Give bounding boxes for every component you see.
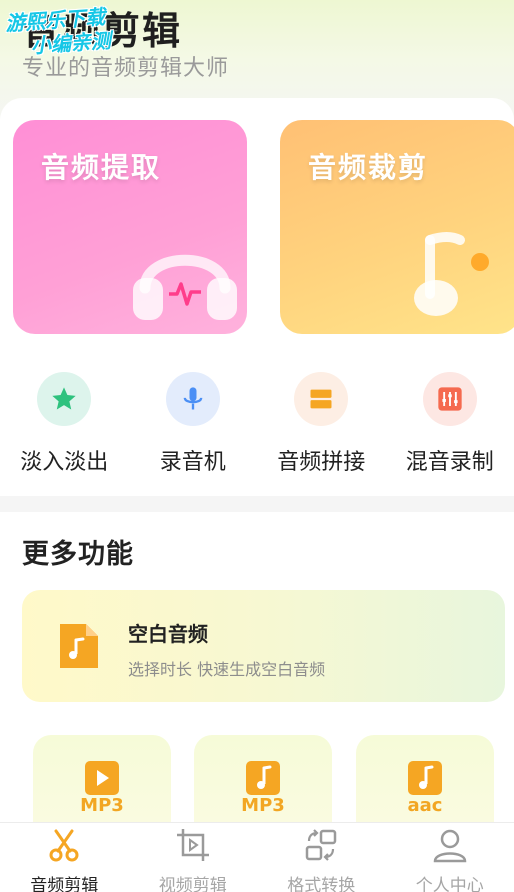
- music-file-icon: [408, 761, 442, 795]
- tab-profile[interactable]: 个人中心: [386, 823, 514, 892]
- music-file-icon: [246, 761, 280, 795]
- blank-audio-title: 空白音频: [128, 622, 208, 646]
- quick-splice-label: 音频拼接: [277, 450, 366, 475]
- audio-file-icon: [60, 624, 98, 668]
- quick-mix-label: 混音录制: [405, 450, 494, 475]
- audio-cut-label: 音频裁剪: [308, 151, 429, 184]
- audio-extract-label: 音频提取: [41, 151, 162, 184]
- quick-fade[interactable]: 淡入淡出: [0, 372, 129, 482]
- tab-audio-edit-label: 音频剪辑: [30, 876, 99, 892]
- blank-audio-card[interactable]: 空白音频 选择时长 快速生成空白音频: [22, 590, 505, 702]
- convert-icon: [303, 827, 339, 863]
- user-icon: [432, 827, 468, 863]
- tab-profile-label: 个人中心: [415, 876, 484, 892]
- tab-video-edit[interactable]: 视频剪辑: [129, 823, 258, 892]
- tab-video-edit-label: 视频剪辑: [158, 876, 227, 892]
- quick-actions: 淡入淡出 录音机 音频拼接 混音录制: [0, 372, 514, 482]
- quick-mix[interactable]: 混音录制: [386, 372, 514, 482]
- headphones-icon: [133, 254, 237, 320]
- tab-format-convert-label: 格式转换: [287, 876, 356, 892]
- music-note-icon: [414, 232, 489, 316]
- bottom-tab-bar: 音频剪辑 视频剪辑 格式转换 个人中心: [0, 822, 514, 892]
- format-label: MP3: [80, 795, 124, 816]
- audio-cut-card[interactable]: 音频裁剪: [280, 120, 514, 334]
- format-label: aac: [407, 795, 443, 816]
- crop-icon: [175, 827, 211, 863]
- microphone-icon: [165, 372, 220, 426]
- watermark: 游熙乐下载 小编亲测: [4, 4, 111, 59]
- audio-extract-card[interactable]: 音频提取: [13, 120, 247, 334]
- scissors-icon: [46, 827, 82, 863]
- quick-fade-label: 淡入淡出: [20, 450, 109, 475]
- quick-recorder-label: 录音机: [159, 450, 226, 475]
- star-icon: [37, 372, 92, 426]
- quick-splice[interactable]: 音频拼接: [257, 372, 386, 482]
- tab-audio-edit[interactable]: 音频剪辑: [0, 823, 129, 892]
- mixer-icon: [422, 372, 477, 426]
- tab-format-convert[interactable]: 格式转换: [257, 823, 386, 892]
- more-features-title: 更多功能: [22, 539, 134, 570]
- format-label: MP3: [241, 795, 285, 816]
- video-file-icon: [85, 761, 119, 795]
- blank-audio-desc: 选择时长 快速生成空白音频: [128, 660, 326, 679]
- splice-icon: [294, 372, 349, 426]
- quick-recorder[interactable]: 录音机: [129, 372, 258, 482]
